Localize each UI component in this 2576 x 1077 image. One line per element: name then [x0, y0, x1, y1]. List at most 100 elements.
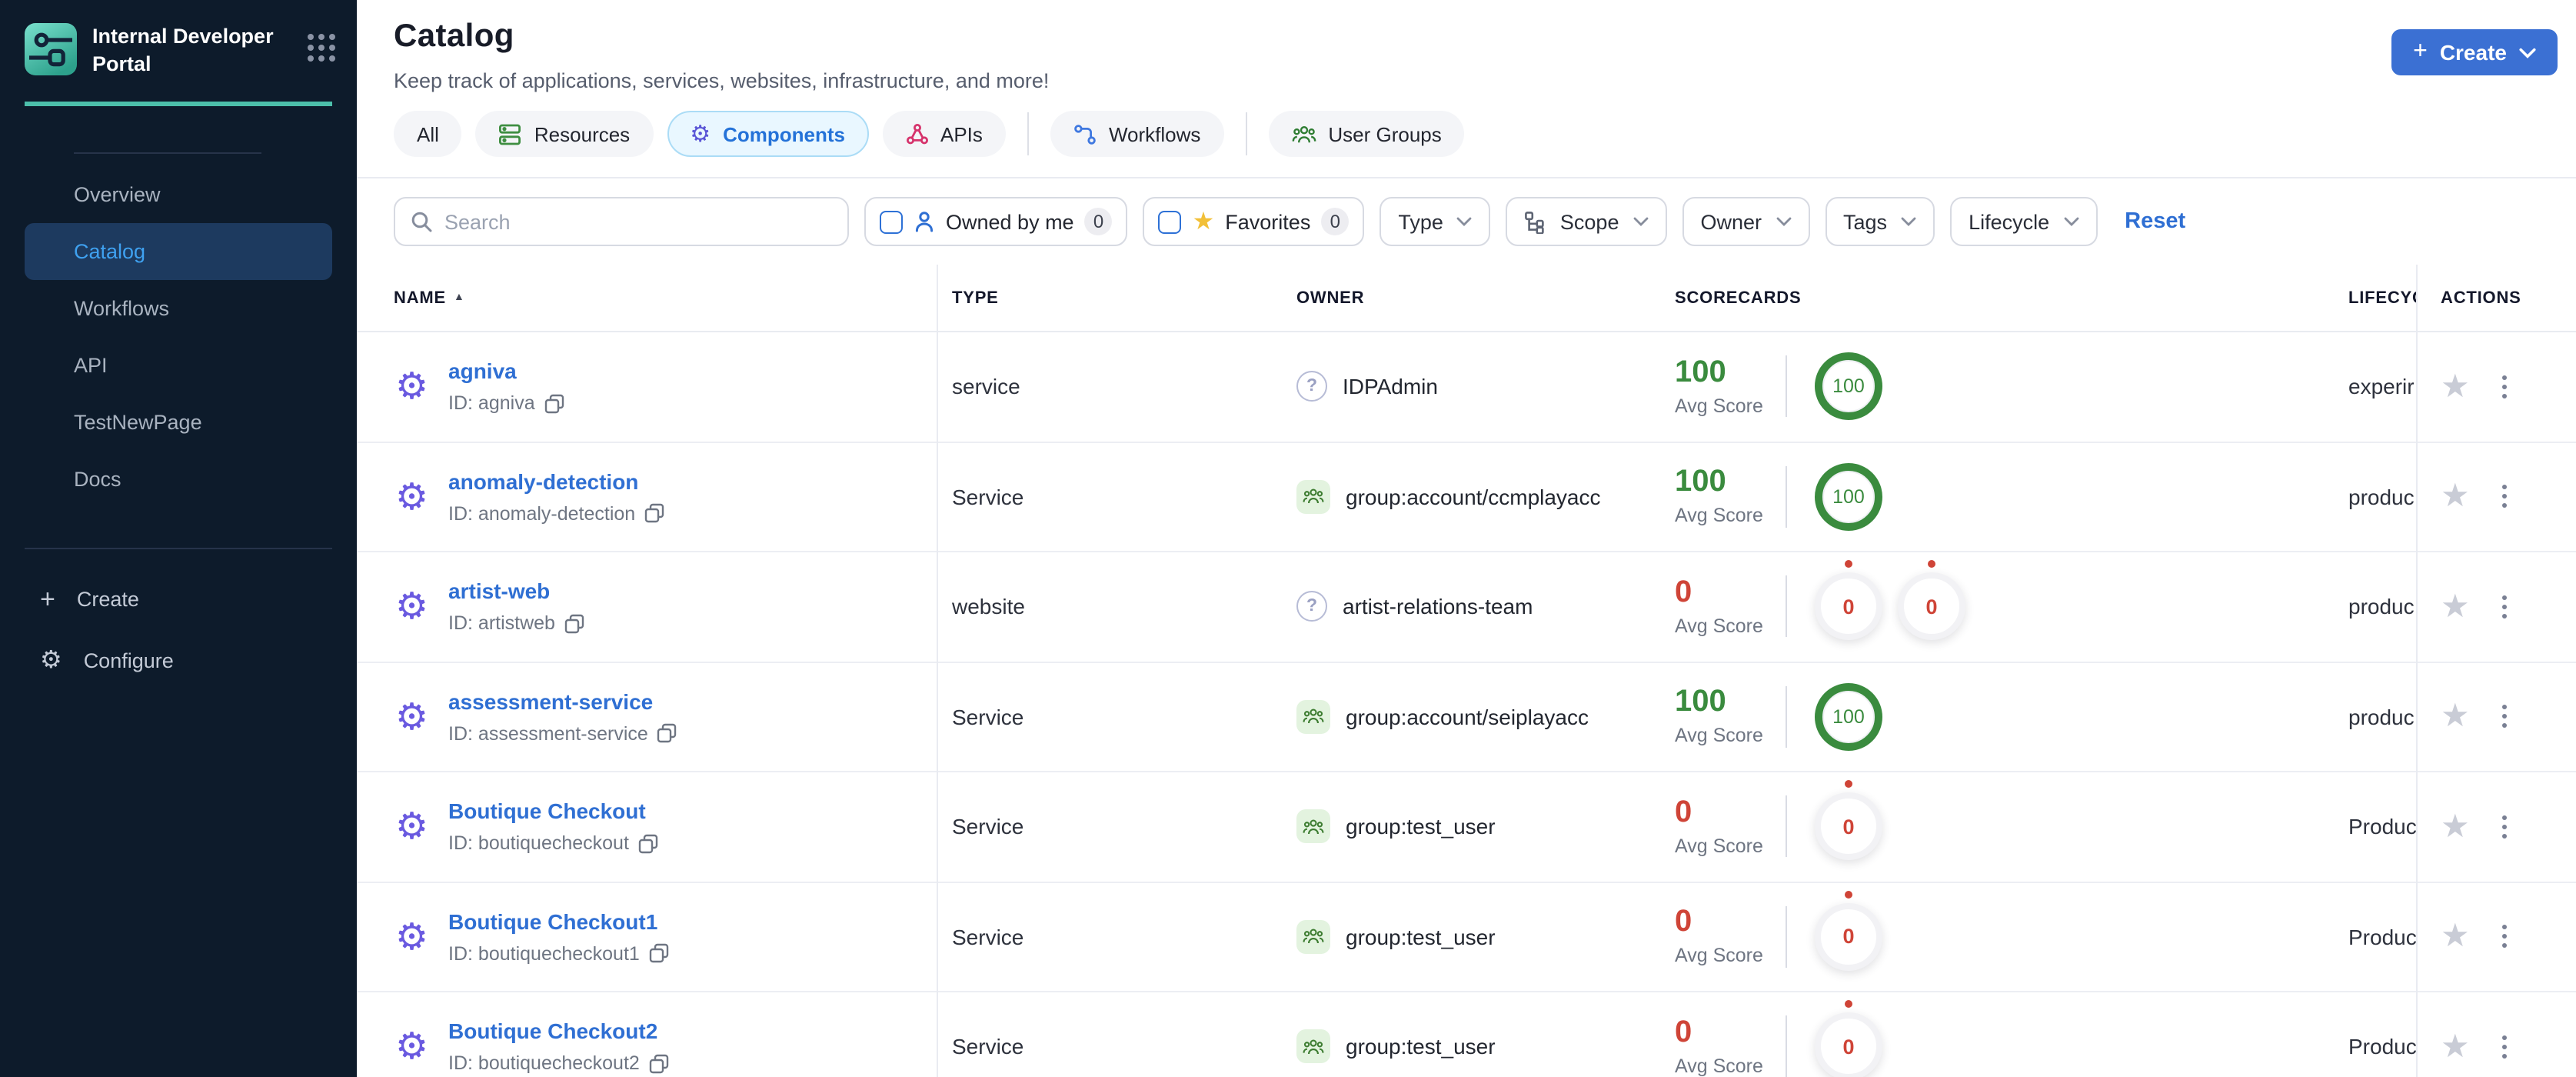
apps-grid-icon[interactable]	[308, 34, 335, 62]
favorite-star-icon[interactable]: ★	[2441, 920, 2470, 953]
tab-apis[interactable]: APIs	[882, 111, 1006, 157]
component-lifecycle: Produc	[2348, 924, 2416, 949]
user-groups-icon	[1291, 123, 1316, 145]
resources-icon	[499, 122, 522, 145]
tab-resources[interactable]: Resources	[475, 111, 654, 157]
component-name-link[interactable]: Boutique Checkout	[448, 799, 658, 824]
kebab-menu-icon[interactable]	[2498, 590, 2511, 622]
sidebar-item-testnewpage[interactable]: TestNewPage	[25, 394, 332, 451]
component-type: Service	[952, 814, 1024, 839]
component-owner: group:test_user	[1296, 1029, 1675, 1064]
scorecard-ring-value: 0	[1842, 925, 1855, 949]
copy-icon[interactable]	[649, 1054, 669, 1074]
scorecard-ring[interactable]: 100	[1815, 682, 1882, 751]
favorites-checkbox[interactable]	[1158, 210, 1182, 233]
scorecard-ring[interactable]: 0	[1815, 1012, 1882, 1077]
component-name-link[interactable]: anomaly-detection	[448, 469, 664, 494]
copy-icon[interactable]	[638, 834, 658, 854]
scorecard-ring[interactable]: 100	[1815, 352, 1882, 421]
workflows-icon	[1073, 122, 1097, 145]
favorite-star-icon[interactable]: ★	[2441, 480, 2470, 513]
score-divider	[1786, 355, 1787, 418]
copy-icon[interactable]	[649, 944, 669, 964]
favorite-star-icon[interactable]: ★	[2441, 700, 2470, 733]
scope-filter-dropdown[interactable]: Scope	[1506, 197, 1667, 246]
copy-icon[interactable]	[544, 394, 564, 414]
dropdown-label: Tags	[1843, 210, 1888, 233]
component-name-link[interactable]: Boutique Checkout1	[448, 909, 669, 934]
component-scorecards: 100 Avg Score 100	[1675, 682, 2348, 751]
scorecard-ring[interactable]: 0	[1898, 572, 1965, 641]
component-name-link[interactable]: artist-web	[448, 579, 584, 604]
components-gear-icon: ⚙	[690, 119, 711, 147]
sidebar-item-overview[interactable]: Overview	[25, 166, 332, 223]
table-row[interactable]: ⚙ Boutique Checkout2 ID: boutiquecheckou…	[357, 992, 2576, 1077]
search-input[interactable]: Search	[394, 197, 849, 246]
kebab-menu-icon[interactable]	[2498, 700, 2511, 732]
component-type: Service	[952, 924, 1024, 949]
avg-score-value: 0	[1675, 795, 1692, 829]
app-title: Internal Developer Portal	[92, 25, 274, 75]
tab-user-groups[interactable]: User Groups	[1268, 111, 1465, 157]
scorecard-ring[interactable]: 0	[1815, 902, 1882, 971]
user-group-icon	[1296, 1029, 1330, 1064]
type-filter-dropdown[interactable]: Type	[1380, 197, 1491, 246]
kebab-menu-icon[interactable]	[2498, 1030, 2511, 1062]
tab-workflows[interactable]: Workflows	[1050, 111, 1224, 157]
sidebar-item-docs[interactable]: Docs	[25, 451, 332, 508]
reset-button[interactable]: Reset	[2125, 209, 2185, 234]
sidebar-item-workflows[interactable]: Workflows	[25, 280, 332, 337]
favorite-star-icon[interactable]: ★	[2441, 1030, 2470, 1063]
component-type: Service	[952, 1034, 1024, 1059]
scorecard-ring-value: 100	[1832, 375, 1865, 398]
tab-components[interactable]: ⚙ Components	[667, 111, 868, 157]
table-row[interactable]: ⚙ assessment-service ID: assessment-serv…	[357, 662, 2576, 772]
component-type: service	[952, 374, 1020, 399]
sidebar-item-api[interactable]: API	[25, 337, 332, 394]
scorecard-ring[interactable]: 100	[1815, 462, 1882, 531]
kebab-menu-icon[interactable]	[2498, 810, 2511, 842]
favorites-label: Favorites	[1225, 210, 1311, 233]
copy-icon[interactable]	[564, 614, 584, 634]
table-row[interactable]: ⚙ artist-web ID: artistweb website ? art…	[357, 552, 2576, 662]
score-divider	[1786, 795, 1787, 858]
row-actions: ★	[2416, 810, 2576, 842]
tab-label: APIs	[940, 122, 983, 145]
component-name-link[interactable]: Boutique Checkout2	[448, 1019, 669, 1044]
sort-asc-icon[interactable]: ▲	[454, 292, 465, 302]
table-row[interactable]: ⚙ Boutique Checkout1 ID: boutiquecheckou…	[357, 882, 2576, 992]
api-icon	[905, 122, 928, 145]
dropdown-label: Scope	[1559, 210, 1619, 233]
sidebar-item-catalog[interactable]: Catalog	[25, 223, 332, 280]
table-row[interactable]: ⚙ Boutique Checkout ID: boutiquecheckout…	[357, 772, 2576, 882]
scorecard-ring[interactable]: 0	[1815, 572, 1882, 641]
copy-icon[interactable]	[644, 504, 664, 524]
component-name-link[interactable]: agniva	[448, 359, 564, 384]
kebab-menu-icon[interactable]	[2498, 370, 2511, 402]
kebab-menu-icon[interactable]	[2498, 920, 2511, 952]
owned-by-me-checkbox[interactable]	[880, 210, 903, 233]
scorecard-ring-value: 0	[1842, 595, 1855, 619]
table-row[interactable]: ⚙ anomaly-detection ID: anomaly-detectio…	[357, 442, 2576, 552]
sidebar-create-button[interactable]: + Create	[0, 568, 357, 629]
tags-filter-dropdown[interactable]: Tags	[1825, 197, 1935, 246]
owned-by-me-filter[interactable]: Owned by me 0	[864, 197, 1128, 246]
scorecard-ring[interactable]: 0	[1815, 792, 1882, 861]
favorite-star-icon[interactable]: ★	[2441, 370, 2470, 403]
owner-filter-dropdown[interactable]: Owner	[1682, 197, 1809, 246]
table-row[interactable]: ⚙ agniva ID: agniva service ? IDPAdmin 1…	[357, 332, 2576, 442]
create-button[interactable]: + Create	[2391, 29, 2558, 75]
kebab-menu-icon[interactable]	[2498, 480, 2511, 512]
lifecycle-filter-dropdown[interactable]: Lifecycle	[1950, 197, 2098, 246]
column-header-name[interactable]: NAME ▲	[357, 288, 952, 307]
tab-all[interactable]: All	[394, 111, 462, 157]
favorites-filter[interactable]: ★ Favorites 0	[1143, 197, 1365, 246]
copy-icon[interactable]	[657, 724, 677, 744]
row-actions: ★	[2416, 370, 2576, 402]
component-gear-icon: ⚙	[395, 695, 429, 739]
favorite-star-icon[interactable]: ★	[2441, 590, 2470, 623]
score-divider	[1786, 905, 1787, 968]
favorite-star-icon[interactable]: ★	[2441, 810, 2470, 843]
sidebar-configure-button[interactable]: ⚙ Configure	[0, 629, 357, 691]
component-name-link[interactable]: assessment-service	[448, 689, 677, 714]
